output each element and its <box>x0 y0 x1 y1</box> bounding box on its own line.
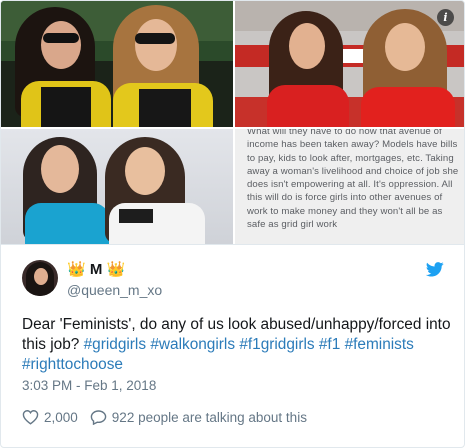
tweet-text: Dear 'Feminists', do any of us look abus… <box>22 315 452 375</box>
crown-emoji-left: 👑 <box>67 261 86 278</box>
twitter-bird-icon[interactable] <box>426 262 444 277</box>
hashtag-feminists[interactable]: #feminists <box>345 336 414 353</box>
tweet-actions: 2,000 922 people are talking about this <box>22 409 307 425</box>
photo-top-right[interactable]: i <box>235 1 464 127</box>
quoted-text: What will they have to do now that avenu… <box>247 129 459 231</box>
tweet: 👑 M 👑 @queen_m_xo Dear 'Feminists', do a… <box>1 244 464 447</box>
hashtag-f1[interactable]: #f1 <box>319 336 340 353</box>
embedded-tweet-card: i What will they have to do now that ave… <box>0 0 465 448</box>
info-icon[interactable]: i <box>437 9 454 26</box>
crown-emoji-right: 👑 <box>106 261 126 278</box>
hashtag-righttochoose[interactable]: #righttochoose <box>22 356 123 373</box>
like-count[interactable]: 2,000 <box>44 410 78 425</box>
hashtag-walkongirls[interactable]: #walkongirls <box>150 336 235 353</box>
photo-top-left[interactable] <box>1 1 233 127</box>
heart-icon[interactable] <box>22 409 39 425</box>
hashtag-gridgirls[interactable]: #gridgirls <box>84 336 146 353</box>
photo-bottom-left[interactable] <box>1 129 233 244</box>
talking-count[interactable]: 922 people are talking about this <box>112 410 307 425</box>
hashtag-f1gridgirls[interactable]: #f1gridgirls <box>239 336 314 353</box>
display-name[interactable]: 👑 M 👑 <box>67 260 125 278</box>
speech-bubble-icon[interactable] <box>90 409 107 425</box>
avatar[interactable] <box>22 260 58 296</box>
user-handle[interactable]: @queen_m_xo <box>67 282 162 298</box>
display-name-letter: M <box>89 261 103 278</box>
timestamp[interactable]: 3:03 PM - Feb 1, 2018 <box>22 378 156 393</box>
photo-bottom-right-text[interactable]: What will they have to do now that avenu… <box>235 129 464 244</box>
photo-grid[interactable]: i What will they have to do now that ave… <box>1 1 464 244</box>
